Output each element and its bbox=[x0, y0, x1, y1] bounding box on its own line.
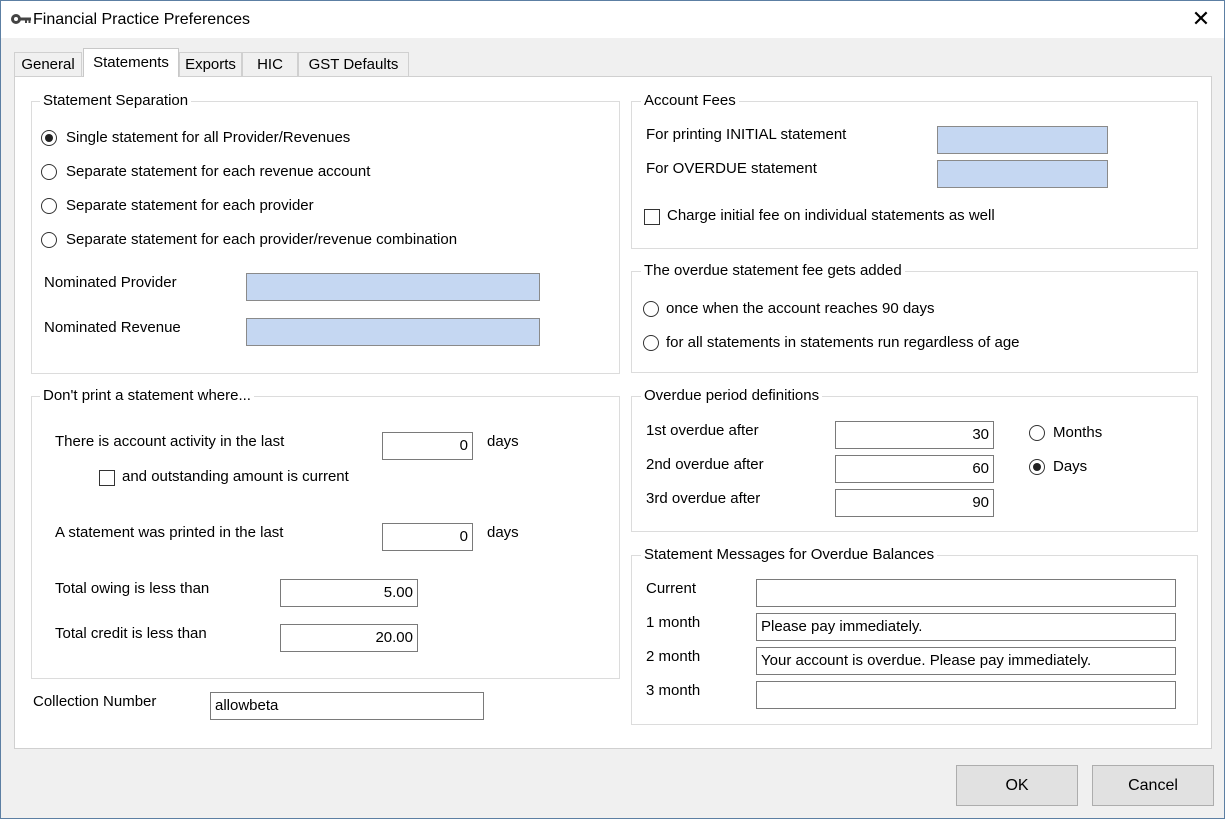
credit-label: Total credit is less than bbox=[55, 625, 207, 642]
messages-legend: Statement Messages for Overdue Balances bbox=[641, 546, 938, 564]
overdue-fee-legend: The overdue statement fee gets added bbox=[641, 262, 905, 280]
radio-overdue-all[interactable] bbox=[643, 335, 659, 351]
radio-overdue-once-label[interactable]: once when the account reaches 90 days bbox=[666, 300, 935, 318]
owing-label: Total owing is less than bbox=[55, 580, 210, 597]
activity-label: There is account activity in the last bbox=[55, 433, 285, 450]
radio-overdue-once[interactable] bbox=[643, 301, 659, 317]
message-2-month-label: 2 month bbox=[646, 648, 701, 665]
cancel-button[interactable]: Cancel bbox=[1092, 765, 1214, 806]
message-3-month-field[interactable] bbox=[756, 681, 1176, 709]
window-title: Financial Practice Preferences bbox=[33, 11, 250, 28]
radio-separate-revenue[interactable] bbox=[41, 164, 57, 180]
close-icon[interactable]: ✕ bbox=[1187, 7, 1215, 31]
title-bar: Financial Practice Preferences ✕ bbox=[1, 1, 1224, 38]
credit-field[interactable]: 20.00 bbox=[280, 624, 418, 652]
dont-print-legend: Don't print a statement where... bbox=[40, 387, 254, 405]
account-fees-legend: Account Fees bbox=[641, 92, 739, 110]
radio-days[interactable] bbox=[1029, 459, 1045, 475]
overdue-fee-field[interactable] bbox=[937, 160, 1108, 188]
message-current-label: Current bbox=[646, 580, 697, 597]
overdue-fee-group bbox=[631, 271, 1198, 373]
first-overdue-label: 1st overdue after bbox=[646, 422, 759, 439]
message-3-month-label: 3 month bbox=[646, 682, 701, 699]
ok-button[interactable]: OK bbox=[956, 765, 1078, 806]
overdue-period-legend: Overdue period definitions bbox=[641, 387, 823, 405]
printed-label: A statement was printed in the last bbox=[55, 524, 284, 541]
nominated-provider-label: Nominated Provider bbox=[44, 274, 177, 291]
radio-days-label[interactable]: Days bbox=[1053, 458, 1087, 476]
message-current-field[interactable] bbox=[756, 579, 1176, 607]
radio-months[interactable] bbox=[1029, 425, 1045, 441]
owing-field[interactable]: 5.00 bbox=[280, 579, 418, 607]
radio-separate-revenue-label[interactable]: Separate statement for each revenue acco… bbox=[66, 163, 370, 181]
tab-statements[interactable]: Statements bbox=[83, 48, 179, 77]
preferences-window: Financial Practice Preferences ✕ General… bbox=[0, 0, 1225, 819]
outstanding-current-checkbox[interactable] bbox=[99, 470, 115, 486]
nominated-revenue-label: Nominated Revenue bbox=[44, 319, 181, 336]
statement-separation-legend: Statement Separation bbox=[40, 92, 192, 110]
message-1-month-label: 1 month bbox=[646, 614, 701, 631]
radio-separate-combination-label[interactable]: Separate statement for each provider/rev… bbox=[66, 231, 457, 249]
second-overdue-label: 2nd overdue after bbox=[646, 456, 764, 473]
radio-single-statement-label[interactable]: Single statement for all Provider/Revenu… bbox=[66, 129, 350, 147]
radio-months-label[interactable]: Months bbox=[1053, 424, 1102, 442]
overdue-fee-label: For OVERDUE statement bbox=[646, 160, 817, 177]
activity-days-field[interactable]: 0 bbox=[382, 432, 473, 460]
radio-overdue-all-label[interactable]: for all statements in statements run reg… bbox=[666, 334, 1020, 352]
charge-initial-fee-label[interactable]: Charge initial fee on individual stateme… bbox=[667, 207, 995, 225]
printed-days-field[interactable]: 0 bbox=[382, 523, 473, 551]
first-overdue-field[interactable]: 30 bbox=[835, 421, 994, 449]
outstanding-current-label[interactable]: and outstanding amount is current bbox=[122, 468, 349, 486]
radio-separate-provider[interactable] bbox=[41, 198, 57, 214]
charge-initial-fee-checkbox[interactable] bbox=[644, 209, 660, 225]
collection-number-label: Collection Number bbox=[33, 693, 157, 710]
initial-fee-field[interactable] bbox=[937, 126, 1108, 154]
collection-number-field[interactable]: allowbeta bbox=[210, 692, 484, 720]
tab-general[interactable]: General bbox=[14, 52, 82, 76]
initial-fee-label: For printing INITIAL statement bbox=[646, 126, 847, 143]
tab-gst-defaults[interactable]: GST Defaults bbox=[298, 52, 409, 76]
nominated-provider-field[interactable] bbox=[246, 273, 540, 301]
printed-days-unit: days bbox=[487, 524, 519, 541]
message-1-month-field[interactable]: Please pay immediately. bbox=[756, 613, 1176, 641]
tab-hic[interactable]: HIC bbox=[242, 52, 298, 76]
message-2-month-field[interactable]: Your account is overdue. Please pay imme… bbox=[756, 647, 1176, 675]
radio-separate-combination[interactable] bbox=[41, 232, 57, 248]
key-icon bbox=[11, 14, 31, 24]
radio-separate-provider-label[interactable]: Separate statement for each provider bbox=[66, 197, 314, 215]
third-overdue-label: 3rd overdue after bbox=[646, 490, 761, 507]
activity-days-unit: days bbox=[487, 433, 519, 450]
radio-single-statement[interactable] bbox=[41, 130, 57, 146]
nominated-revenue-field[interactable] bbox=[246, 318, 540, 346]
tab-exports[interactable]: Exports bbox=[179, 52, 242, 76]
third-overdue-field[interactable]: 90 bbox=[835, 489, 994, 517]
second-overdue-field[interactable]: 60 bbox=[835, 455, 994, 483]
